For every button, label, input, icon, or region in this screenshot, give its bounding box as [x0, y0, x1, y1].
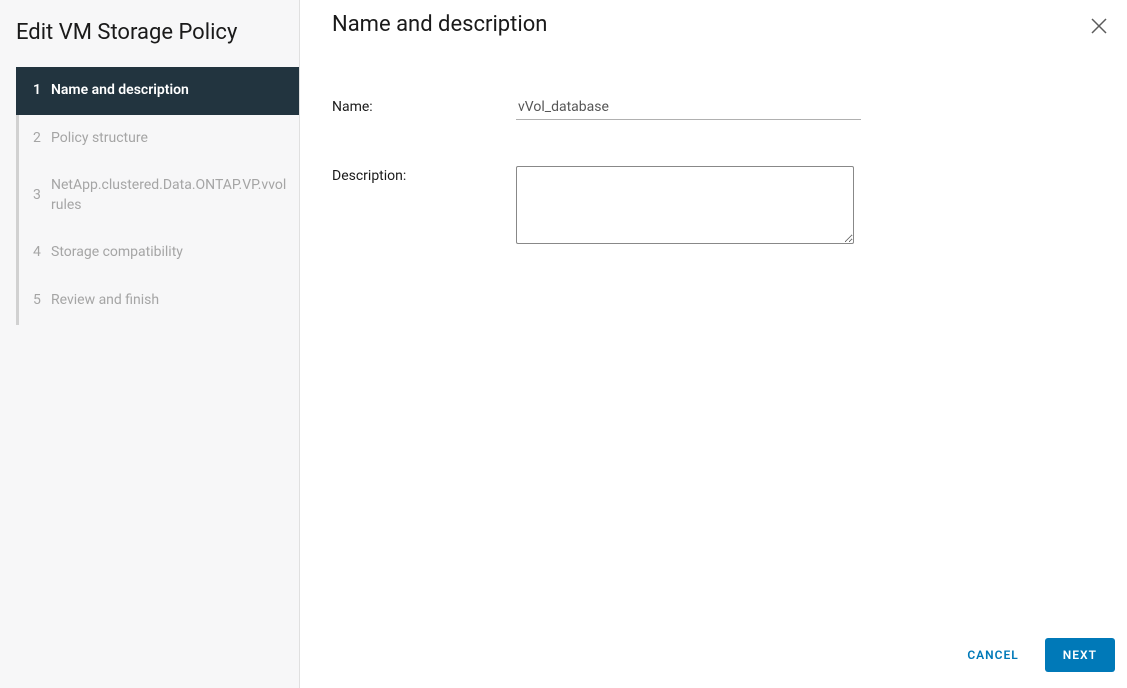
wizard-steps: 1 Name and description 2 Policy structur…: [16, 67, 299, 325]
wizard-step-netapp-rules[interactable]: 3 NetApp.clustered.Data.ONTAP.VP.vvol ru…: [19, 162, 299, 229]
step-number: 5: [33, 291, 51, 311]
cancel-button[interactable]: CANCEL: [961, 640, 1024, 670]
name-label: Name:: [332, 97, 516, 115]
step-label: Policy structure: [51, 129, 287, 149]
wizard-title: Edit VM Storage Policy: [0, 14, 299, 67]
description-input[interactable]: [516, 166, 854, 244]
close-icon[interactable]: [1089, 16, 1109, 36]
name-input[interactable]: [516, 97, 861, 120]
step-number: 1: [33, 81, 51, 101]
wizard-step-review-finish[interactable]: 5 Review and finish: [19, 277, 299, 325]
main-header: Name and description: [300, 0, 1127, 57]
form-area: Name: Description:: [300, 57, 1127, 622]
next-button[interactable]: NEXT: [1045, 638, 1115, 672]
step-label: Name and description: [51, 81, 287, 101]
description-label: Description:: [332, 166, 516, 184]
form-row-description: Description:: [332, 166, 1095, 244]
form-row-name: Name:: [332, 97, 1095, 120]
wizard-step-policy-structure[interactable]: 2 Policy structure: [19, 115, 299, 163]
step-number: 2: [33, 129, 51, 149]
step-label: Review and finish: [51, 291, 287, 311]
wizard-sidebar: Edit VM Storage Policy 1 Name and descri…: [0, 0, 300, 688]
wizard-step-name-description[interactable]: 1 Name and description: [16, 67, 299, 115]
wizard-footer: CANCEL NEXT: [300, 622, 1127, 688]
step-label: Storage compatibility: [51, 243, 287, 263]
step-label: NetApp.clustered.Data.ONTAP.VP.vvol rule…: [51, 176, 287, 215]
main-panel: Name and description Name: Description: …: [300, 0, 1127, 688]
page-title: Name and description: [332, 12, 547, 37]
step-number: 3: [33, 186, 51, 206]
wizard-step-storage-compatibility[interactable]: 4 Storage compatibility: [19, 229, 299, 277]
step-number: 4: [33, 243, 51, 263]
